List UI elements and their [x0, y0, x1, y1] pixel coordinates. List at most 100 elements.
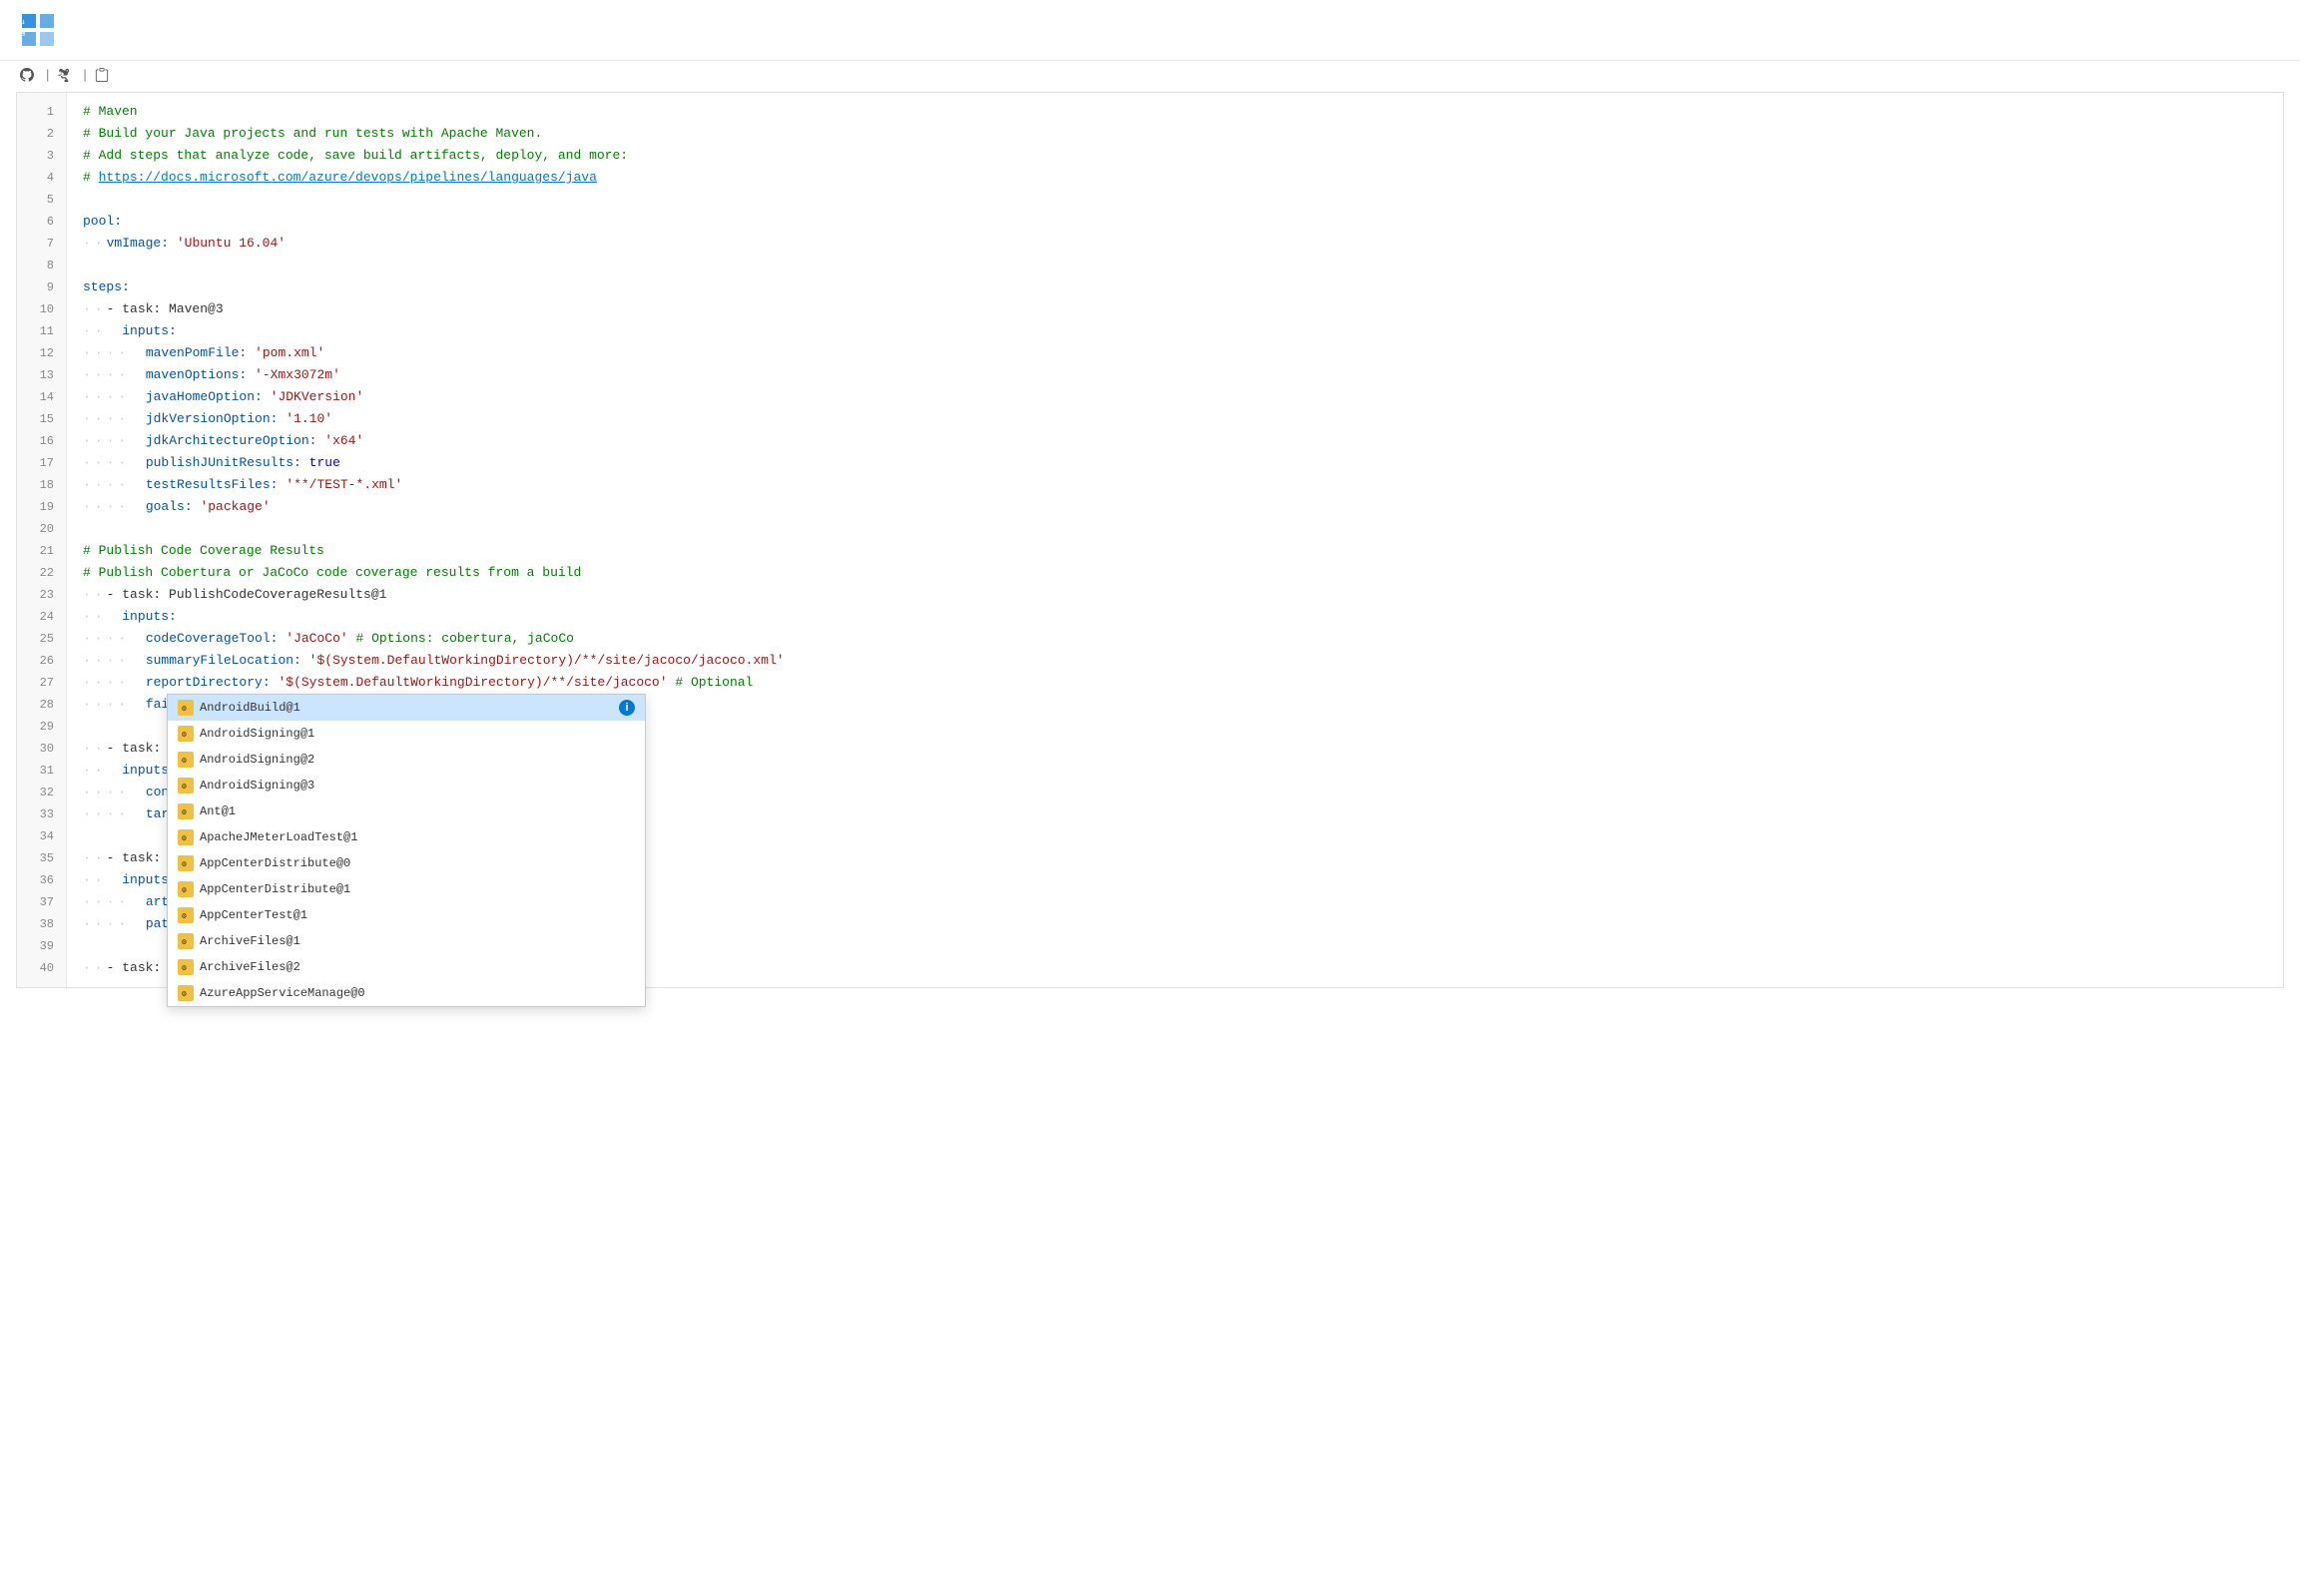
- dropdown-item-ArchiveFiles@1[interactable]: ⚙ArchiveFiles@1: [168, 928, 645, 954]
- dropdown-item-AndroidSigning@3[interactable]: ⚙ AndroidSigning@3: [168, 773, 645, 798]
- svg-text:⚙: ⚙: [182, 885, 187, 894]
- code-line-16[interactable]: ···· jdkArchitectureOption: 'x64': [67, 430, 2283, 452]
- code-editor: 1234567891011121314151617181920212223242…: [16, 92, 2284, 988]
- line-number-12: 12: [17, 342, 66, 364]
- code-line-14[interactable]: ···· javaHomeOption: 'JDKVersion': [67, 386, 2283, 408]
- code-line-17[interactable]: ···· publishJUnitResults: true: [67, 452, 2283, 474]
- svg-text:⚙: ⚙: [182, 756, 187, 765]
- line-number-9: 9: [17, 276, 66, 298]
- line-number-30: 30: [17, 738, 66, 760]
- code-line-22[interactable]: # Publish Cobertura or JaCoCo code cover…: [67, 562, 2283, 584]
- code-line-24[interactable]: ·· inputs:: [67, 606, 2283, 628]
- dropdown-item-label: ApacheJMeterLoadTest@1: [200, 828, 357, 846]
- code-line-12[interactable]: ···· mavenPomFile: 'pom.xml': [67, 342, 2283, 364]
- line-number-1: 1: [17, 101, 66, 123]
- line-number-29: 29: [17, 716, 66, 738]
- svg-text:⚙: ⚙: [182, 833, 187, 842]
- dropdown-item-AndroidSigning@2[interactable]: ⚙ AndroidSigning@2: [168, 747, 645, 773]
- github-icon: [20, 68, 34, 82]
- code-line-21[interactable]: # Publish Code Coverage Results: [67, 540, 2283, 562]
- code-line-23[interactable]: ··- task: PublishCodeCoverageResults@1: [67, 584, 2283, 606]
- line-number-36: 36: [17, 869, 66, 891]
- code-line-26[interactable]: ···· summaryFileLocation: '$(System.Defa…: [67, 650, 2283, 672]
- line-number-17: 17: [17, 452, 66, 474]
- line-number-8: 8: [17, 255, 66, 276]
- code-line-7[interactable]: ··vmImage: 'Ubuntu 16.04': [67, 233, 2283, 255]
- dropdown-item-ApacheJMeterLoadTest@1[interactable]: ⚙ ApacheJMeterLoadTest@1: [168, 824, 645, 850]
- line-number-18: 18: [17, 474, 66, 496]
- line-number-32: 32: [17, 782, 66, 803]
- dropdown-item-label: AzureAppServiceManage@0: [200, 984, 365, 1002]
- svg-text:⚙: ⚙: [182, 963, 187, 972]
- dropdown-item-label: AndroidSigning@2: [200, 751, 314, 769]
- branch-link[interactable]: [57, 68, 75, 82]
- dropdown-item-AndroidSigning@1[interactable]: ⚙ AndroidSigning@1: [168, 721, 645, 747]
- task-icon: ⚙: [178, 829, 194, 845]
- task-icon: ⚙: [178, 907, 194, 923]
- dropdown-item-ArchiveFiles@2[interactable]: ⚙ ArchiveFiles@2: [168, 954, 645, 980]
- line-number-23: 23: [17, 584, 66, 606]
- dropdown-item-AppCenterDistribute@1[interactable]: ⚙ AppCenterDistribute@1: [168, 876, 645, 902]
- line-numbers: 1234567891011121314151617181920212223242…: [17, 93, 67, 987]
- line-number-16: 16: [17, 430, 66, 452]
- header: ↓ ⊞ | |: [0, 0, 2300, 92]
- task-icon: ⚙: [178, 700, 194, 716]
- code-line-25[interactable]: ···· codeCoverageTool: 'JaCoCo' # Option…: [67, 628, 2283, 650]
- dropdown-item-label: AndroidSigning@1: [200, 725, 314, 743]
- line-number-13: 13: [17, 364, 66, 386]
- code-line-6[interactable]: pool:: [67, 211, 2283, 233]
- task-icon: ⚙: [178, 855, 194, 871]
- line-number-25: 25: [17, 628, 66, 650]
- line-number-6: 6: [17, 211, 66, 233]
- dropdown-item-Ant@1[interactable]: ⚙Ant@1: [168, 798, 645, 824]
- dropdown-item-label: AppCenterTest@1: [200, 906, 307, 924]
- code-line-13[interactable]: ···· mavenOptions: '-Xmx3072m': [67, 364, 2283, 386]
- code-line-5[interactable]: [67, 189, 2283, 211]
- code-line-4[interactable]: # https://docs.microsoft.com/azure/devop…: [67, 167, 2283, 189]
- task-icon: ⚙: [178, 959, 194, 975]
- line-number-2: 2: [17, 123, 66, 145]
- code-line-18[interactable]: ···· testResultsFiles: '**/TEST-*.xml': [67, 474, 2283, 496]
- svg-text:⚙: ⚙: [182, 704, 187, 713]
- dropdown-item-label: ArchiveFiles@2: [200, 958, 300, 976]
- code-line-10[interactable]: ··- task: Maven@3: [67, 298, 2283, 320]
- dropdown-item-label: AndroidSigning@3: [200, 777, 314, 795]
- dropdown-item-label: AppCenterDistribute@1: [200, 880, 350, 898]
- code-line-19[interactable]: ···· goals: 'package': [67, 496, 2283, 518]
- breadcrumb: | |: [0, 61, 2300, 92]
- code-line-9[interactable]: steps:: [67, 276, 2283, 298]
- line-number-22: 22: [17, 562, 66, 584]
- file-link[interactable]: [95, 68, 113, 82]
- branch-icon: [57, 68, 71, 82]
- svg-text:⚙: ⚙: [182, 859, 187, 868]
- dropdown-item-AzureAppServiceManage@0[interactable]: ⚙AzureAppServiceManage@0: [168, 980, 645, 1006]
- line-number-7: 7: [17, 233, 66, 255]
- dropdown-item-AppCenterDistribute@0[interactable]: ⚙AppCenterDistribute@0: [168, 850, 645, 876]
- dropdown-item-AppCenterTest@1[interactable]: ⚙ AppCenterTest@1: [168, 902, 645, 928]
- link[interactable]: https://docs.microsoft.com/azure/devops/…: [99, 168, 597, 188]
- file-icon: [95, 68, 109, 82]
- dropdown-item-AndroidBuild@1[interactable]: ⚙AndroidBuild@1i: [168, 695, 645, 721]
- line-number-20: 20: [17, 518, 66, 540]
- code-line-2[interactable]: # Build your Java projects and run tests…: [67, 123, 2283, 145]
- repo-link[interactable]: [20, 68, 38, 82]
- line-number-39: 39: [17, 935, 66, 957]
- line-number-26: 26: [17, 650, 66, 672]
- code-line-27[interactable]: ···· reportDirectory: '$(System.DefaultW…: [67, 672, 2283, 694]
- svg-text:⚙: ⚙: [182, 782, 187, 791]
- code-line-8[interactable]: [67, 255, 2283, 276]
- contoso-logo-icon: ↓ ⊞: [20, 12, 56, 48]
- dropdown-item-label: ArchiveFiles@1: [200, 932, 300, 950]
- code-line-11[interactable]: ·· inputs:: [67, 320, 2283, 342]
- line-number-10: 10: [17, 298, 66, 320]
- autocomplete-dropdown[interactable]: ⚙AndroidBuild@1i⚙AndroidSigning@1⚙Androi…: [167, 694, 646, 1007]
- code-line-20[interactable]: [67, 518, 2283, 540]
- line-number-33: 33: [17, 803, 66, 825]
- task-icon: ⚙: [178, 726, 194, 742]
- line-number-3: 3: [17, 145, 66, 167]
- code-line-1[interactable]: # Maven: [67, 101, 2283, 123]
- info-badge[interactable]: i: [619, 700, 635, 716]
- line-number-40: 40: [17, 957, 66, 979]
- code-line-3[interactable]: # Add steps that analyze code, save buil…: [67, 145, 2283, 167]
- code-line-15[interactable]: ···· jdkVersionOption: '1.10': [67, 408, 2283, 430]
